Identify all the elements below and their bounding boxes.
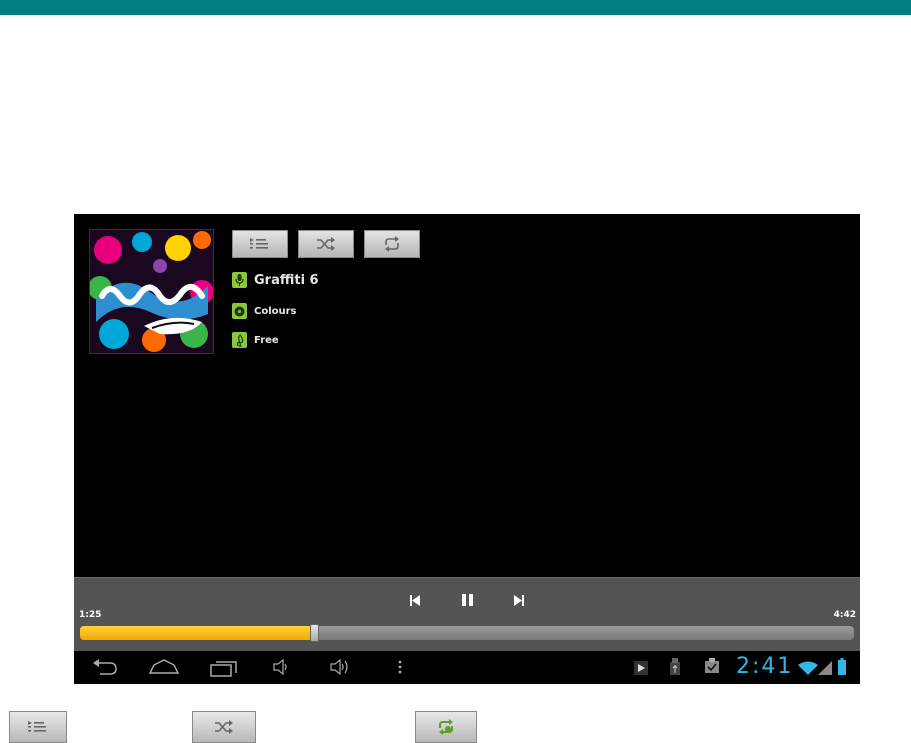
- shuffle-icon: [215, 720, 233, 734]
- genre-row: Free: [232, 332, 279, 348]
- playlist-icon: [28, 721, 46, 732]
- genre-name: Free: [254, 334, 279, 346]
- menu-icon[interactable]: [398, 659, 402, 675]
- next-button[interactable]: [511, 592, 527, 608]
- playlist-button[interactable]: [232, 230, 288, 258]
- album-row: Colours: [232, 303, 297, 319]
- back-icon[interactable]: [92, 659, 118, 675]
- progress-thumb[interactable]: [309, 624, 319, 642]
- repeat-all-icon: [439, 719, 453, 735]
- status-clock: 2:41: [736, 654, 794, 679]
- previous-icon: [410, 594, 420, 606]
- header-bar: [0, 0, 911, 15]
- legend-shuffle-button: [192, 711, 256, 743]
- shuffle-button[interactable]: [298, 230, 354, 258]
- next-icon: [514, 594, 524, 606]
- duration-time: 4:42: [833, 610, 856, 620]
- battery-icon: [838, 658, 846, 675]
- repeat-icon: [385, 236, 399, 252]
- volume-down-icon[interactable]: [273, 659, 289, 675]
- play-notification-icon: [634, 661, 648, 675]
- wifi-icon: [798, 661, 818, 675]
- pause-icon: [461, 594, 473, 606]
- legend-repeat-all-button: [415, 711, 477, 743]
- playback-controls: 1:25 4:42: [74, 577, 860, 651]
- music-player-screen: Graffiti 6 Colours Free 1:25 4:42 2:41: [74, 214, 860, 684]
- recent-apps-icon[interactable]: [210, 659, 238, 677]
- album-name: Colours: [254, 305, 297, 317]
- legend-playlist-button: [9, 711, 67, 743]
- repeat-button[interactable]: [364, 230, 420, 258]
- pause-button[interactable]: [459, 592, 475, 608]
- home-icon[interactable]: [149, 659, 179, 675]
- elapsed-time: 1:25: [79, 610, 102, 620]
- playlist-icon: [250, 238, 268, 249]
- microphone-icon: [232, 272, 247, 288]
- volume-up-icon[interactable]: [330, 659, 352, 675]
- progress-fill: [80, 626, 314, 640]
- disc-icon: [232, 303, 247, 319]
- clipboard-check-icon: [705, 658, 719, 673]
- signal-icon: [818, 661, 832, 675]
- track-title-row: Graffiti 6: [232, 272, 319, 288]
- shuffle-icon: [317, 237, 335, 251]
- album-art: [89, 229, 214, 354]
- system-nav-bar: 2:41: [74, 651, 860, 684]
- usb-storage-icon: [670, 658, 680, 675]
- track-title: Graffiti 6: [254, 272, 319, 288]
- previous-button[interactable]: [407, 592, 423, 608]
- progress-bar[interactable]: [80, 626, 854, 640]
- treble-clef-icon: [232, 332, 247, 348]
